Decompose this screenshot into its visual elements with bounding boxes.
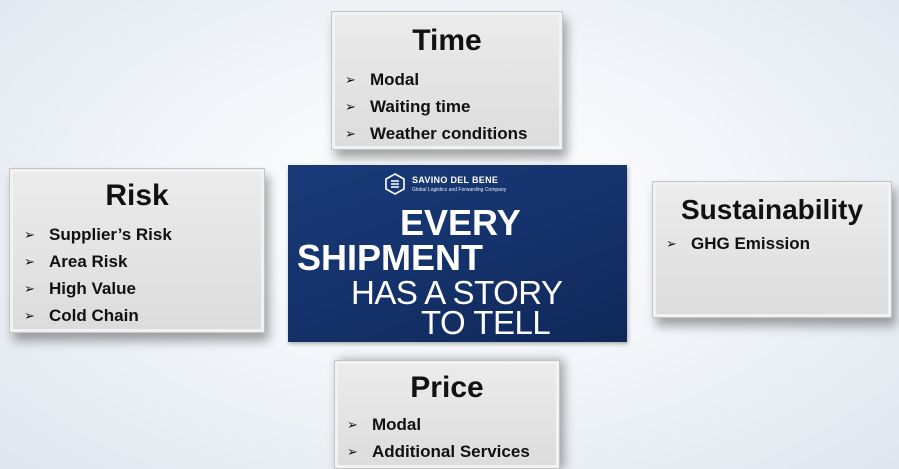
headline-shipment: SHIPMENT [297, 237, 484, 278]
every-shipment-banner: SAVINO DEL BENE Global Logistics and For… [288, 165, 627, 342]
headline-every: EVERY [400, 202, 521, 243]
arrow-bullet-icon: ➢ [345, 99, 356, 114]
price-title: Price [410, 371, 484, 404]
arrow-bullet-icon: ➢ [345, 72, 356, 87]
risk-list: ➢ Supplier’s Risk ➢ Area Risk ➢ High Value … [24, 221, 264, 329]
sustainability-item-ghg-emission: ➢ GHG Emission [666, 230, 891, 257]
headline-to-tell: TO TELL [421, 304, 551, 341]
time-box: Time ➢ Modal ➢ Waiting time ➢ Weather condi… [331, 11, 563, 150]
price-box: Price ➢ Modal ➢ Additional Services [334, 360, 560, 469]
risk-item-high-value: ➢ High Value [24, 275, 264, 302]
price-item-modal: ➢ Modal [347, 411, 559, 438]
time-title: Time [412, 24, 482, 57]
arrow-bullet-icon: ➢ [24, 308, 35, 323]
arrow-bullet-icon: ➢ [24, 254, 35, 269]
time-item-modal: ➢ Modal [345, 66, 562, 93]
company-name: SAVINO DEL BENE [412, 175, 499, 185]
sustainability-box: Sustainability ➢ GHG Emission [652, 181, 892, 318]
arrow-bullet-icon: ➢ [345, 126, 356, 141]
sustainability-title: Sustainability [680, 194, 864, 225]
risk-item-area-risk: ➢ Area Risk [24, 248, 264, 275]
time-item-weather-conditions: ➢ Weather conditions [345, 120, 562, 147]
price-list: ➢ Modal ➢ Additional Services [347, 411, 559, 465]
risk-box: Risk ➢ Supplier’s Risk ➢ Area Risk ➢ High V… [9, 168, 265, 333]
time-item-waiting-time: ➢ Waiting time [345, 93, 562, 120]
arrow-bullet-icon: ➢ [24, 227, 35, 242]
risk-title: Risk [105, 179, 169, 212]
arrow-bullet-icon: ➢ [347, 444, 358, 459]
risk-item-suppliers-risk: ➢ Supplier’s Risk [24, 221, 264, 248]
savino-del-bene-logo-icon [385, 173, 405, 195]
risk-item-cold-chain: ➢ Cold Chain [24, 302, 264, 329]
price-item-additional-services: ➢ Additional Services [347, 438, 559, 465]
sustainability-list: ➢ GHG Emission [666, 230, 891, 257]
arrow-bullet-icon: ➢ [666, 236, 677, 251]
company-tagline: Global Logistics and Forwarding Company [412, 187, 507, 193]
arrow-bullet-icon: ➢ [24, 281, 35, 296]
time-list: ➢ Modal ➢ Waiting time ➢ Weather conditions [345, 66, 562, 147]
arrow-bullet-icon: ➢ [347, 417, 358, 432]
